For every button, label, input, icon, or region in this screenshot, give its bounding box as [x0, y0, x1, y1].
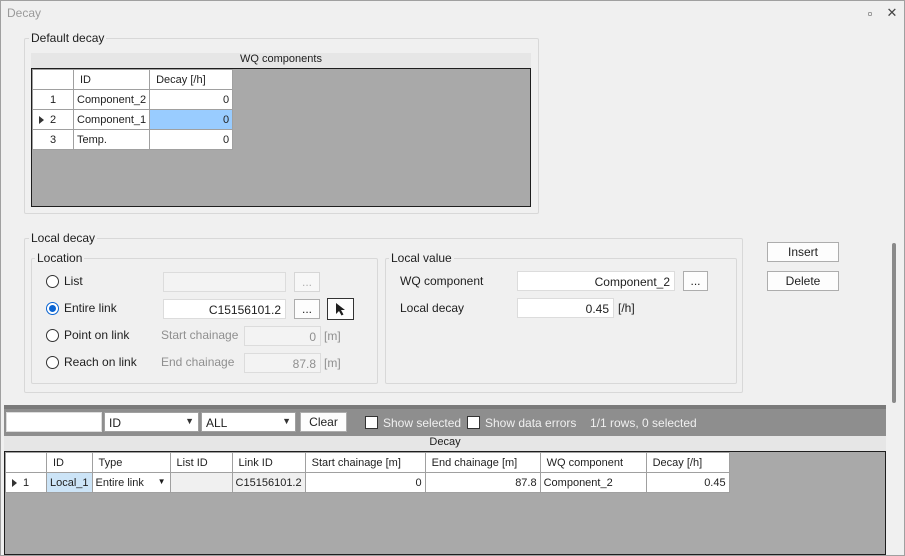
local-decay-field[interactable]: 0.45	[517, 298, 614, 318]
location-legend: Location	[35, 251, 85, 265]
filter-scope-value: ALL	[206, 416, 228, 430]
show-selected-checkbox[interactable]	[365, 416, 378, 429]
point-on-link-radio[interactable]	[46, 329, 59, 342]
wq-component-field[interactable]: Component_2	[517, 271, 675, 291]
col-header-end-chainage[interactable]: End chainage [m]	[424, 452, 541, 473]
decay-table-caption: Decay	[4, 436, 886, 451]
cell-decay[interactable]: 0	[149, 129, 234, 150]
col-header-list-id[interactable]: List ID	[169, 452, 233, 473]
row-status-text: 1/1 rows, 0 selected	[590, 416, 697, 430]
table-row[interactable]: 3 Temp. 0	[32, 129, 234, 150]
grid-corner	[5, 452, 47, 473]
pick-on-map-button[interactable]	[327, 298, 354, 320]
current-row-icon	[12, 479, 17, 487]
grid-corner	[32, 69, 74, 90]
reach-on-link-radio[interactable]	[46, 356, 59, 369]
local-value-legend: Local value	[389, 251, 454, 265]
cell-list-id[interactable]	[169, 472, 233, 493]
chevron-down-icon: ▼	[282, 416, 291, 426]
decay-window: Decay ▫ ✕ Default decay WQ components ID…	[0, 0, 905, 556]
wq-components-caption: WQ components	[31, 53, 531, 68]
vertical-scrollbar[interactable]	[887, 227, 901, 407]
current-row-icon	[39, 116, 44, 124]
col-header-link-id[interactable]: Link ID	[231, 452, 306, 473]
wq-components-grid: ID Decay [/h] 1 Component_2 0 2 Componen…	[31, 68, 531, 207]
start-chainage-field[interactable]: 0	[244, 326, 321, 346]
point-on-link-label: Point on link	[64, 328, 130, 342]
end-chainage-label: End chainage	[161, 355, 235, 369]
close-icon[interactable]: ✕	[883, 4, 901, 22]
cell-id[interactable]: Component_1	[72, 109, 151, 130]
show-errors-checkbox[interactable]	[467, 416, 480, 429]
decay-table-grid: ID Type List ID Link ID Start chainage […	[4, 451, 886, 555]
cell-end-chainage[interactable]: 87.8	[424, 472, 541, 493]
col-header-decay[interactable]: Decay [/h]	[149, 69, 234, 90]
link-browse-button[interactable]: ...	[294, 299, 320, 319]
cell-type[interactable]: Entire link ▼	[91, 472, 171, 493]
window-title: Decay	[7, 6, 42, 20]
default-decay-legend: Default decay	[29, 31, 107, 45]
show-selected-label: Show selected	[383, 416, 462, 430]
cell-id[interactable]: Local_1	[46, 472, 93, 493]
row-header[interactable]: 2	[32, 109, 74, 130]
list-field[interactable]	[163, 272, 286, 292]
list-radio[interactable]	[46, 275, 59, 288]
entire-link-radio[interactable]	[46, 302, 59, 315]
filter-scope-select[interactable]: ALL ▼	[201, 412, 296, 432]
filter-column-value: ID	[109, 416, 121, 430]
end-chainage-field[interactable]: 87.8	[244, 353, 321, 373]
list-label: List	[64, 274, 83, 288]
filter-search-input[interactable]	[6, 412, 102, 432]
table-row[interactable]: 2 Component_1 0	[32, 109, 234, 130]
local-decay-legend: Local decay	[29, 231, 98, 245]
cell-id[interactable]: Temp.	[72, 129, 151, 150]
list-browse-button[interactable]: ...	[294, 272, 320, 292]
show-errors-label: Show data errors	[485, 416, 577, 430]
cell-start-chainage[interactable]: 0	[304, 472, 426, 493]
col-header-start-chainage[interactable]: Start chainage [m]	[304, 452, 426, 473]
col-header-type[interactable]: Type	[91, 452, 171, 473]
filter-column-select[interactable]: ID ▼	[104, 412, 199, 432]
delete-button[interactable]: Delete	[767, 271, 839, 291]
table-row[interactable]: 1 Component_2 0	[32, 89, 234, 110]
wq-component-label: WQ component	[400, 274, 484, 288]
scrollbar-thumb[interactable]	[892, 243, 896, 403]
start-chainage-label: Start chainage	[161, 328, 239, 342]
col-header-wq-component[interactable]: WQ component	[539, 452, 647, 473]
cursor-arrow-icon	[335, 303, 345, 316]
entire-link-label: Entire link	[64, 301, 117, 315]
entire-link-field[interactable]: C15156101.2	[163, 299, 286, 319]
cell-wq-component[interactable]: Component_2	[539, 472, 647, 493]
cell-decay[interactable]: 0	[149, 109, 234, 130]
local-decay-label: Local decay	[400, 301, 465, 315]
table-row[interactable]: 1 Local_1 Entire link ▼ C15156101.2 0 87.…	[5, 472, 730, 493]
row-header[interactable]: 1	[5, 472, 47, 493]
restore-icon[interactable]: ▫	[861, 4, 879, 22]
chevron-down-icon[interactable]: ▼	[158, 477, 166, 486]
insert-button[interactable]: Insert	[767, 242, 839, 262]
cell-id[interactable]: Component_2	[72, 89, 151, 110]
wq-component-browse-button[interactable]: ...	[683, 271, 708, 291]
col-header-id[interactable]: ID	[72, 69, 151, 90]
title-bar: Decay ▫ ✕	[1, 1, 904, 25]
row-header[interactable]: 3	[32, 129, 74, 150]
cell-link-id[interactable]: C15156101.2	[231, 472, 306, 493]
cell-decay[interactable]: 0.45	[645, 472, 730, 493]
local-decay-unit: [/h]	[618, 301, 635, 315]
start-chainage-unit: [m]	[324, 329, 341, 343]
col-header-decay[interactable]: Decay [/h]	[645, 452, 730, 473]
chevron-down-icon: ▼	[185, 416, 194, 426]
row-header[interactable]: 1	[32, 89, 74, 110]
reach-on-link-label: Reach on link	[64, 355, 137, 369]
cell-decay[interactable]: 0	[149, 89, 234, 110]
col-header-id[interactable]: ID	[46, 452, 93, 473]
end-chainage-unit: [m]	[324, 356, 341, 370]
clear-button[interactable]: Clear	[300, 412, 347, 432]
